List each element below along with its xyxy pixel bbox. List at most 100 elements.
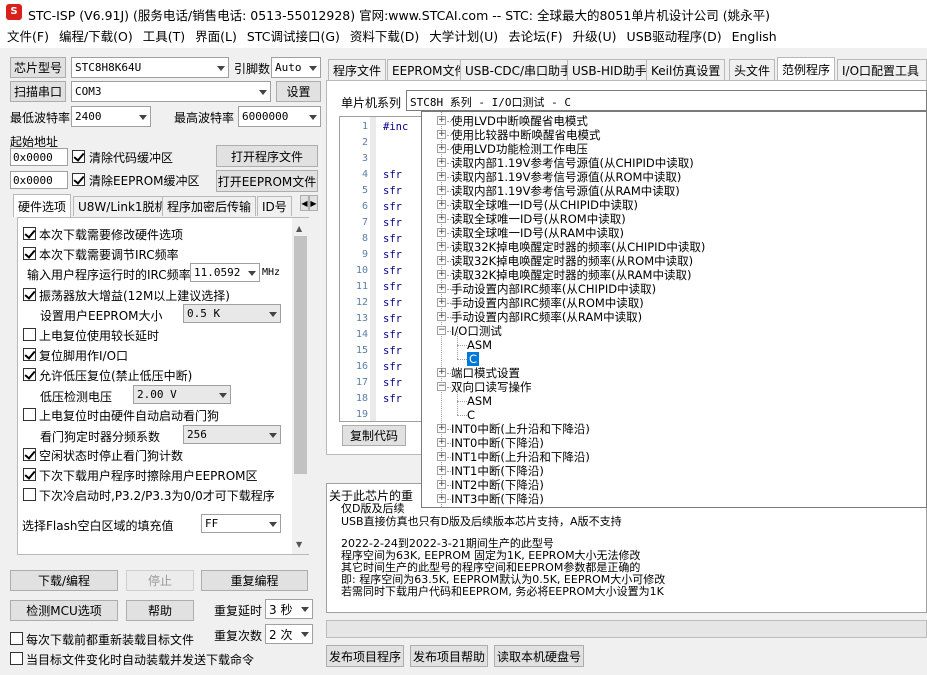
reload-before-download-checkbox[interactable] — [10, 632, 23, 645]
tab-usb-cdc-serial[interactable]: USB-CDC/串口助手 — [460, 59, 578, 80]
scroll-up-icon[interactable]: ▲ — [296, 224, 302, 233]
tree-expand-icon[interactable]: + — [437, 130, 446, 139]
tree-expand-icon[interactable]: + — [437, 228, 446, 237]
settings-button[interactable]: 设置 — [276, 81, 321, 102]
tree-expand-icon[interactable]: + — [437, 116, 446, 125]
tab-hardware-options[interactable]: 硬件选项 — [13, 194, 72, 217]
tree-expand-icon[interactable]: + — [437, 242, 446, 251]
repeat-count-select[interactable]: 2 次 — [265, 624, 313, 644]
tree-item[interactable]: 读取全球唯一ID号(从CHIPID中读取) — [451, 198, 638, 212]
tree-item[interactable]: INT2中断(下降沿) — [451, 478, 544, 492]
opt-hw-watchdog-checkbox[interactable] — [23, 408, 36, 421]
tree-item[interactable]: INT4中断(下降沿) — [451, 506, 544, 507]
tree-item[interactable]: 读取内部1.19V参考信号源值(从RAM中读取) — [451, 184, 680, 198]
pin-count-select[interactable]: Auto — [271, 57, 321, 78]
tree-expand-icon[interactable]: + — [437, 480, 446, 489]
tree-item[interactable]: INT3中断(下降沿) — [451, 492, 544, 506]
tree-item[interactable]: 读取内部1.19V参考信号源值(从ROM中读取) — [451, 170, 681, 184]
tree-expand-icon[interactable]: + — [437, 144, 446, 153]
repeat-program-button[interactable]: 重复编程 — [201, 570, 308, 591]
port-select[interactable]: COM3 — [71, 81, 271, 102]
menu-university[interactable]: 大学计划(U) — [424, 26, 503, 48]
tree-collapse-icon[interactable]: − — [437, 326, 446, 335]
menu-english[interactable]: English — [727, 26, 782, 48]
help-button[interactable]: 帮助 — [126, 600, 194, 621]
tree-item[interactable]: INT1中断(上升沿和下降沿) — [451, 450, 590, 464]
tree-expand-icon[interactable]: + — [437, 424, 446, 433]
tab-header-file[interactable]: 头文件 — [729, 59, 776, 80]
stop-button[interactable]: 停止 — [126, 570, 194, 591]
copy-code-button[interactable]: 复制代码 — [342, 425, 406, 446]
tree-item[interactable]: 手动设置内部IRC频率(从RAM中读取) — [451, 310, 642, 324]
tab-encrypted-transfer[interactable]: 程序加密后传输 — [162, 196, 257, 216]
publish-project-help-button[interactable]: 发布项目帮助 — [410, 645, 488, 667]
tree-item[interactable]: INT1中断(下降沿) — [451, 464, 544, 478]
scroll-down-icon[interactable]: ▼ — [296, 540, 302, 549]
menu-interface[interactable]: 界面(L) — [190, 26, 242, 48]
menu-file[interactable]: 文件(F) — [2, 26, 54, 48]
read-disk-id-button[interactable]: 读取本机硬盘号 — [494, 645, 584, 667]
tree-expand-icon[interactable]: + — [437, 158, 446, 167]
download-program-button[interactable]: 下载/编程 — [10, 570, 118, 591]
opt-idle-stop-wdt-checkbox[interactable] — [23, 448, 36, 461]
tree-expand-icon[interactable]: + — [437, 256, 446, 265]
tree-expand-icon[interactable]: + — [437, 214, 446, 223]
repeat-delay-select[interactable]: 3 秒 — [265, 599, 313, 619]
tree-item[interactable]: 读取32K掉电唤醒定时器的频率(从ROM中读取) — [451, 254, 693, 268]
opt-reset-pin-io-checkbox[interactable] — [23, 348, 36, 361]
irc-frequency-select[interactable]: 11.0592 — [190, 263, 260, 282]
lvd-voltage-select[interactable]: 2.00 V — [133, 385, 231, 404]
tree-expand-icon[interactable]: + — [437, 298, 446, 307]
tab-program-file[interactable]: 程序文件 — [328, 59, 387, 80]
auto-send-checkbox[interactable] — [10, 652, 23, 665]
tree-expand-icon[interactable]: + — [437, 200, 446, 209]
tree-item[interactable]: INT0中断(下降沿) — [451, 436, 544, 450]
tree-item-selected[interactable]: C — [467, 352, 480, 366]
check-mcu-button[interactable]: 检测MCU选项 — [10, 600, 118, 621]
tree-item[interactable]: 使用比较器中断唤醒省电模式 — [451, 128, 601, 142]
mcu-series-select[interactable]: STC8H 系列 - I/O口测试 - C — [406, 90, 927, 111]
tree-item[interactable]: 读取内部1.19V参考信号源值(从CHIPID中读取) — [451, 156, 694, 170]
menu-tools[interactable]: 工具(T) — [138, 26, 190, 48]
tree-expand-icon[interactable]: + — [437, 186, 446, 195]
tree-expand-icon[interactable]: + — [437, 466, 446, 475]
flash-fill-select[interactable]: FF — [201, 514, 281, 533]
tree-subitem[interactable]: ASM — [467, 394, 492, 408]
tab-io-config-tool[interactable]: I/O口配置工具 — [837, 59, 927, 80]
tree-expand-icon[interactable]: + — [437, 368, 446, 377]
min-baud-select[interactable]: 2400 — [71, 106, 151, 127]
tree-expand-icon[interactable]: + — [437, 270, 446, 279]
menu-debug-interface[interactable]: STC调试接口(G) — [242, 26, 345, 48]
tree-item[interactable]: 读取全球唯一ID号(从RAM中读取) — [451, 226, 624, 240]
menu-forum[interactable]: 去论坛(F) — [503, 26, 567, 48]
tree-item[interactable]: 读取全球唯一ID号(从ROM中读取) — [451, 212, 626, 226]
code-editor[interactable]: 1 #inc 2 3 4 sfr 5 sfr 6 sfr 7 sfr 8 sfr 9 sfr 10 sfr 11 sf… — [339, 116, 429, 422]
wdt-prescaler-select[interactable]: 256 — [183, 425, 281, 444]
tree-expand-icon[interactable]: + — [437, 172, 446, 181]
tab-scroll-left-icon[interactable]: ◀ — [300, 195, 309, 211]
clear-eeprom-checkbox[interactable] — [72, 173, 85, 186]
code-address-input[interactable]: 0x0000 — [10, 148, 68, 166]
tree-subitem[interactable]: C — [467, 408, 475, 422]
open-program-file-button[interactable]: 打开程序文件 — [216, 145, 318, 167]
scrollbar-thumb[interactable] — [294, 236, 307, 474]
tree-item[interactable]: INT0中断(上升沿和下降沿) — [451, 422, 590, 436]
opt-long-reset-delay-checkbox[interactable] — [23, 328, 36, 341]
menu-usb-driver[interactable]: USB驱动程序(D) — [622, 26, 727, 48]
publish-project-program-button[interactable]: 发布项目程序 — [326, 645, 404, 667]
tree-item[interactable]: 使用LVD中断唤醒省电模式 — [451, 114, 588, 128]
tree-expand-icon[interactable]: + — [437, 494, 446, 503]
menu-download-docs[interactable]: 资料下载(D) — [345, 26, 424, 48]
tree-subitem[interactable]: ASM — [467, 338, 492, 352]
tree-item[interactable]: I/O口测试 — [451, 324, 502, 338]
opt-oscillator-gain-checkbox[interactable] — [23, 288, 36, 301]
clear-code-checkbox[interactable] — [72, 150, 85, 163]
scan-port-button[interactable]: 扫描串口 — [10, 81, 66, 102]
chip-model-select[interactable]: STC8H8K64U — [71, 57, 229, 78]
tree-item[interactable]: 手动设置内部IRC频率(从CHIPID中读取) — [451, 282, 656, 296]
tree-item[interactable]: 双向口读写操作 — [451, 380, 532, 394]
tree-collapse-icon[interactable]: − — [437, 382, 446, 391]
max-baud-select[interactable]: 6000000 — [238, 106, 321, 127]
tab-eeprom-file[interactable]: EEPROM文件 — [387, 59, 472, 80]
tree-expand-icon[interactable]: + — [437, 284, 446, 293]
